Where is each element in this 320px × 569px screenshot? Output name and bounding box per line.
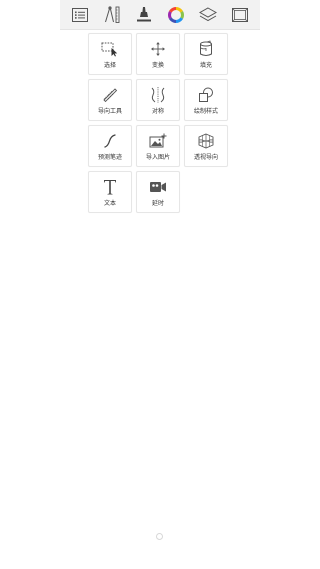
- home-indicator[interactable]: [156, 533, 163, 540]
- fill-bucket-icon: [185, 39, 227, 59]
- transform-icon: [137, 39, 179, 59]
- ruler-compass-icon[interactable]: [101, 4, 123, 26]
- symmetry-icon: [137, 85, 179, 105]
- tool-label: 延时: [151, 200, 164, 207]
- tool-label: 导向工具: [97, 108, 122, 115]
- tool-label: 文本: [103, 200, 116, 207]
- tool-perspective-guide[interactable]: 透视导向: [184, 125, 228, 167]
- tool-label: 对称: [151, 108, 164, 115]
- selection-icon: [89, 39, 131, 59]
- timelapse-icon: [137, 177, 179, 197]
- tool-label: 填充: [199, 62, 212, 69]
- tool-select[interactable]: 选择: [88, 33, 132, 75]
- tool-import-image[interactable]: 导入图片: [136, 125, 180, 167]
- shape-style-icon: [185, 85, 227, 105]
- tool-timelapse[interactable]: 延时: [136, 171, 180, 213]
- import-image-icon: [137, 131, 179, 151]
- tool-symmetry[interactable]: 对称: [136, 79, 180, 121]
- tool-label: 导入图片: [145, 154, 170, 161]
- tool-label: 预测笔迹: [97, 154, 122, 161]
- tool-guide[interactable]: 导向工具: [88, 79, 132, 121]
- app-screen: 选择 变换 填充 导向工具 对称 绘制样式 预测笔迹 导入图片 透视导向 文本 …: [0, 0, 320, 569]
- brush-icon[interactable]: [133, 4, 155, 26]
- tool-fill[interactable]: 填充: [184, 33, 228, 75]
- tool-label: 变换: [151, 62, 164, 69]
- top-toolbar: [60, 0, 260, 30]
- tools-grid: 选择 变换 填充 导向工具 对称 绘制样式 预测笔迹 导入图片 透视导向 文本 …: [88, 33, 232, 213]
- text-icon: [89, 177, 131, 197]
- tool-label: 选择: [103, 62, 116, 69]
- tool-draw-style[interactable]: 绘制样式: [184, 79, 228, 121]
- tool-label: 绘制样式: [193, 108, 218, 115]
- perspective-guide-icon: [185, 131, 227, 151]
- tool-transform[interactable]: 变换: [136, 33, 180, 75]
- color-wheel-icon[interactable]: [165, 4, 187, 26]
- tool-predictive-stroke[interactable]: 预测笔迹: [88, 125, 132, 167]
- predictive-stroke-icon: [89, 131, 131, 151]
- tool-text[interactable]: 文本: [88, 171, 132, 213]
- tool-label: 透视导向: [193, 154, 218, 161]
- ruler-guide-icon: [89, 85, 131, 105]
- list-icon[interactable]: [69, 4, 91, 26]
- layers-icon[interactable]: [197, 4, 219, 26]
- canvas-icon[interactable]: [229, 4, 251, 26]
